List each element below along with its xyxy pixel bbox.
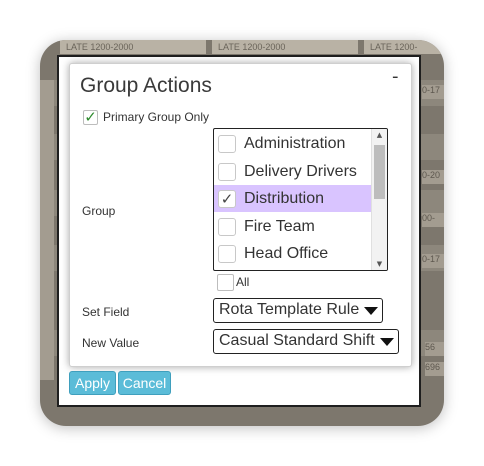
cancel-button[interactable]: Cancel bbox=[118, 371, 171, 395]
chevron-down-icon bbox=[380, 338, 394, 346]
listbox-scrollbar[interactable]: ▲ ▼ bbox=[371, 129, 387, 270]
option-label: Administration bbox=[244, 134, 346, 152]
set-field-value: Rota Template Rule bbox=[219, 301, 360, 318]
background-shift-cell: LATE 1200-2000 bbox=[60, 40, 206, 54]
primary-group-only-label: Primary Group Only bbox=[103, 110, 210, 124]
group-option-distribution[interactable]: ✓ Distribution bbox=[214, 185, 372, 212]
background-side-cell: 0-17 bbox=[422, 85, 444, 99]
background-shift-cell: LATE 1200- bbox=[364, 40, 444, 54]
option-checkbox[interactable] bbox=[218, 217, 236, 236]
option-label: Distribution bbox=[244, 189, 325, 207]
group-actions-dialog: Group Actions - ✓ Primary Group Only Gro… bbox=[69, 63, 412, 367]
background-side-cell: 696 bbox=[425, 362, 444, 376]
group-option-fire-team[interactable]: Fire Team bbox=[214, 213, 372, 240]
dialog-title: Group Actions bbox=[80, 74, 212, 97]
background-side-cell: 00- bbox=[422, 213, 444, 227]
chevron-down-icon bbox=[364, 307, 378, 315]
option-label: Delivery Drivers bbox=[244, 162, 357, 180]
primary-group-only-checkbox[interactable]: ✓ bbox=[83, 110, 98, 125]
option-checkbox[interactable] bbox=[218, 134, 236, 153]
group-option-delivery-drivers[interactable]: Delivery Drivers bbox=[214, 158, 372, 185]
select-all-checkbox[interactable] bbox=[217, 274, 234, 291]
checkmark-icon: ✓ bbox=[84, 108, 97, 126]
scroll-up-arrow-icon[interactable]: ▲ bbox=[372, 129, 387, 141]
group-label: Group bbox=[82, 204, 116, 218]
option-label: Head Office bbox=[244, 244, 329, 262]
option-checkbox[interactable] bbox=[218, 162, 236, 181]
scrollbar-thumb[interactable] bbox=[374, 145, 385, 199]
group-option-head-office[interactable]: Head Office bbox=[214, 240, 372, 267]
option-checkbox[interactable]: ✓ bbox=[218, 189, 236, 208]
background-shift-cell: LATE 1200-2000 bbox=[212, 40, 358, 54]
background-side-cell: 56 bbox=[425, 342, 444, 356]
background-side-cell: 0-17 bbox=[422, 254, 444, 268]
background-side-cell: 0-20 bbox=[422, 170, 444, 184]
new-value-value: Casual Standard Shift bbox=[219, 332, 375, 349]
set-field-label: Set Field bbox=[82, 305, 130, 319]
scroll-down-arrow-icon[interactable]: ▼ bbox=[372, 258, 387, 270]
minimize-button[interactable]: - bbox=[392, 66, 399, 87]
select-all-label: All bbox=[236, 275, 250, 289]
group-listbox[interactable]: Administration Delivery Drivers ✓ Distri… bbox=[213, 128, 388, 271]
background-side-column bbox=[40, 80, 54, 380]
new-value-select[interactable]: Casual Standard Shift bbox=[213, 329, 399, 354]
group-option-administration[interactable]: Administration bbox=[214, 130, 372, 157]
set-field-select[interactable]: Rota Template Rule bbox=[213, 298, 383, 323]
option-label: Fire Team bbox=[244, 217, 315, 235]
option-checkbox[interactable] bbox=[218, 244, 236, 263]
apply-button[interactable]: Apply bbox=[69, 371, 116, 395]
new-value-label: New Value bbox=[82, 336, 140, 350]
